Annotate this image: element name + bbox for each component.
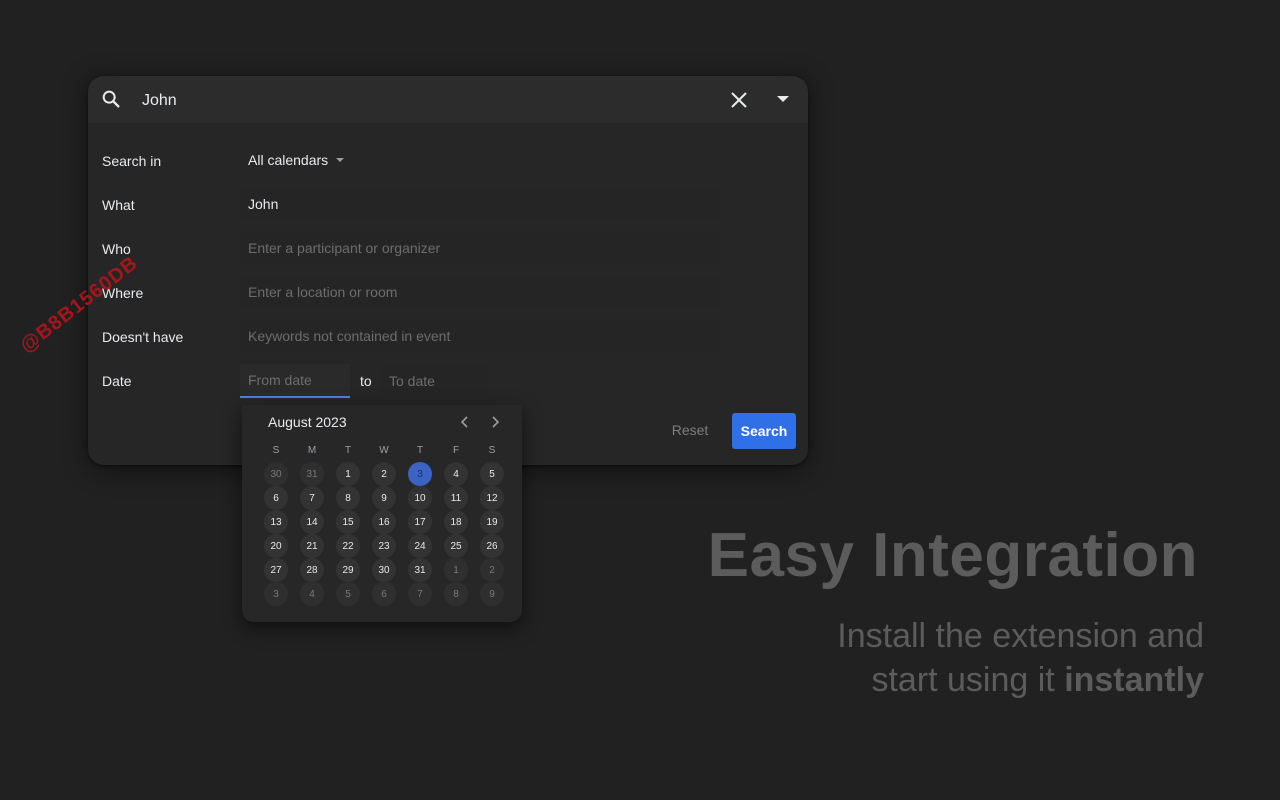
weekday-header: M [307,445,317,456]
caret-down-icon [336,158,345,162]
day-cell[interactable]: 3 [264,582,288,606]
day-cell[interactable]: 9 [372,486,396,510]
weekday-header: S [272,445,280,456]
day-cell[interactable]: 10 [408,486,432,510]
doesnt-have-field[interactable] [240,320,720,352]
marketing-title: Easy Integration [707,521,1198,590]
stage: Search in All calendars What Who Where D… [0,0,1280,800]
day-cell[interactable]: 15 [336,510,360,534]
day-cell[interactable]: 24 [408,534,432,558]
search-in-label: Search in [102,153,162,169]
day-cell[interactable]: 5 [480,462,504,486]
chevron-right-icon[interactable] [488,415,502,429]
day-cell[interactable]: 20 [264,534,288,558]
day-cell[interactable]: 17 [408,510,432,534]
doesnt-have-label: Doesn't have [102,329,184,345]
day-cell[interactable]: 5 [336,582,360,606]
calendar-select-value: All calendars [248,152,329,168]
day-cell[interactable]: 22 [336,534,360,558]
day-cell[interactable]: 6 [264,486,288,510]
day-cell[interactable]: 12 [480,486,504,510]
search-input[interactable] [142,90,702,112]
weekday-header: F [452,445,460,456]
where-field-box [240,276,720,308]
day-cell[interactable]: 8 [444,582,468,606]
day-cell[interactable]: 23 [372,534,396,558]
marketing-subtitle: Install the extension and start using it… [684,614,1204,702]
doesnt-have-field-box [240,320,720,352]
from-date-field[interactable] [240,364,350,396]
day-cell[interactable]: 31 [300,462,324,486]
weekday-header: T [344,445,352,456]
day-cell[interactable]: 7 [408,582,432,606]
weekday-header: T [416,445,424,456]
day-cell[interactable]: 14 [300,510,324,534]
date-picker: August 2023 S M T W T F S 30 31 1 2 3 4 5 6 7 8 9 10 11 12 13… [242,405,522,622]
what-label: What [102,197,135,213]
day-cell[interactable]: 7 [300,486,324,510]
calendar-select[interactable]: All calendars [240,144,345,176]
month-label: August 2023 [268,414,347,430]
day-cell[interactable]: 21 [300,534,324,558]
close-icon[interactable] [729,90,749,110]
marketing-line-2: start using it instantly [684,658,1204,702]
who-field[interactable] [240,232,720,264]
date-range-separator: to [360,373,372,389]
search-button[interactable]: Search [732,413,796,449]
search-icon [102,90,120,108]
day-cell[interactable]: 11 [444,486,468,510]
day-cell[interactable]: 8 [336,486,360,510]
day-cell[interactable]: 31 [408,558,432,582]
day-cell[interactable]: 6 [372,582,396,606]
day-cell[interactable]: 2 [480,558,504,582]
day-cell[interactable]: 4 [444,462,468,486]
marketing-line-2-plain: start using it [871,661,1065,699]
day-cell[interactable]: 25 [444,534,468,558]
chevron-left-icon[interactable] [458,415,472,429]
reset-button[interactable]: Reset [662,413,718,447]
day-cell[interactable]: 27 [264,558,288,582]
weekday-header: S [488,445,496,456]
day-cell[interactable]: 16 [372,510,396,534]
day-cell[interactable]: 1 [444,558,468,582]
marketing-line-2-bold: instantly [1064,661,1204,699]
day-cell[interactable]: 1 [336,462,360,486]
day-cell[interactable]: 2 [372,462,396,486]
what-field[interactable] [240,188,720,220]
day-cell[interactable]: 29 [336,558,360,582]
day-cell[interactable]: 30 [264,462,288,486]
day-cell[interactable]: 26 [480,534,504,558]
who-field-box [240,232,720,264]
day-cell[interactable]: 9 [480,582,504,606]
where-field[interactable] [240,276,720,308]
day-cell[interactable]: 13 [264,510,288,534]
search-bar [88,76,808,123]
what-field-box [240,188,720,220]
marketing-line-1: Install the extension and [837,617,1204,655]
day-cell[interactable]: 4 [300,582,324,606]
day-cell-selected[interactable]: 3 [408,462,432,486]
date-label: Date [102,373,132,389]
day-cell[interactable]: 18 [444,510,468,534]
from-date-box [240,364,350,398]
to-date-field[interactable] [381,364,487,398]
weekday-header: W [379,445,389,456]
to-date-box [381,364,487,398]
day-cell[interactable]: 28 [300,558,324,582]
day-cell[interactable]: 30 [372,558,396,582]
day-cell[interactable]: 19 [480,510,504,534]
caret-down-icon[interactable] [776,94,790,104]
